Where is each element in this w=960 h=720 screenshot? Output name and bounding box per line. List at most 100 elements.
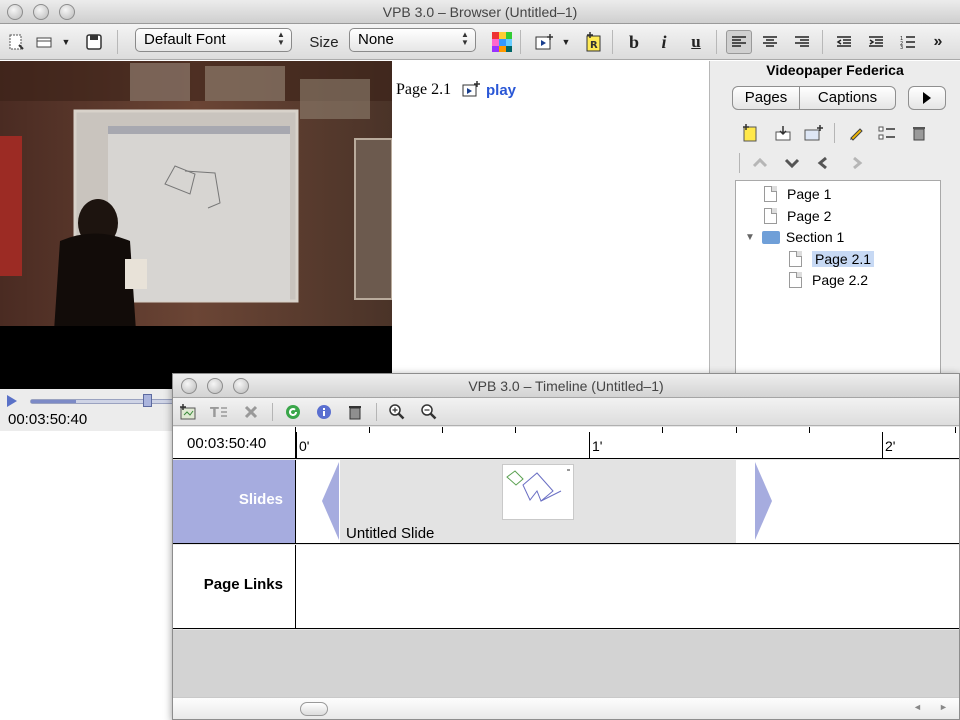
more-tools-button[interactable]: » [928, 30, 948, 54]
outdent-icon[interactable] [833, 30, 855, 54]
page-icon [764, 208, 777, 224]
color-palette-icon[interactable] [490, 30, 514, 54]
play-link[interactable]: play [486, 82, 516, 99]
page-tree[interactable]: Page 1 Page 2 ▼ Section 1 Page 2.1 Page … [735, 180, 941, 380]
indent-page-icon[interactable] [845, 152, 867, 174]
move-up-icon[interactable] [749, 152, 771, 174]
remove-icon[interactable] [240, 402, 262, 422]
align-left-icon[interactable] [726, 30, 752, 54]
slides-track[interactable]: Untitled Slide [296, 460, 959, 544]
ruler-minor-tick [736, 427, 737, 433]
import-page-icon[interactable] [772, 122, 794, 144]
page-icon [789, 272, 802, 288]
page-icon [789, 251, 802, 267]
font-select[interactable]: Default Font ▲ ▼ [135, 28, 292, 52]
underline-button[interactable]: u [686, 30, 706, 54]
timeline-toolbar-separator [376, 403, 377, 421]
timeline-window-title: VPB 3.0 – Timeline (Untitled–1) [468, 378, 664, 394]
video-scrubber-thumb[interactable] [143, 394, 152, 407]
edit-pencil-icon[interactable] [845, 122, 867, 144]
delete-trash-icon[interactable] [344, 402, 366, 422]
scrollbar-thumb[interactable] [300, 702, 328, 716]
panel-toolbar-separator [834, 123, 835, 143]
window-title: VPB 3.0 – Browser (Untitled–1) [382, 4, 578, 20]
browser-toolbar: ▼ Default Font ▲ ▼ Size None ▲ ▼ ▼ R b i u [0, 24, 960, 60]
italic-button[interactable]: i [654, 30, 674, 54]
scroll-left-arrow-icon[interactable]: ◄ [913, 702, 937, 716]
open-dropdown-arrow-icon[interactable]: ▼ [60, 30, 72, 54]
clip-start-handle-icon[interactable] [322, 462, 339, 540]
tree-item-label: Page 2.1 [812, 251, 875, 267]
tab-captions[interactable]: Captions [799, 86, 896, 110]
outdent-page-icon[interactable] [813, 152, 835, 174]
timeline-ruler[interactable]: 00:03:50:40 0' 1' 2' [173, 427, 959, 459]
updown-icon: ▲ ▼ [461, 30, 469, 47]
info-icon[interactable] [313, 402, 335, 422]
slide-clip-label: Untitled Slide [346, 525, 435, 542]
tree-item-label: Page 2 [787, 208, 832, 224]
page-icon [764, 186, 777, 202]
open-icon[interactable] [34, 30, 56, 54]
sync-refresh-icon[interactable] [282, 402, 304, 422]
video-player[interactable] [0, 61, 392, 389]
toolbar-separator [520, 30, 521, 54]
zoom-out-icon[interactable] [418, 402, 440, 422]
tree-item-page-2-1[interactable]: Page 2.1 [789, 249, 875, 269]
add-caption-icon[interactable]: T [208, 402, 230, 422]
size-select[interactable]: None ▲ ▼ [349, 28, 476, 52]
size-select-value: None [358, 31, 394, 48]
properties-list-icon[interactable] [876, 122, 898, 144]
video-timecode: 00:03:50:40 [8, 411, 88, 428]
video-frame [0, 61, 392, 389]
play-icon[interactable] [6, 394, 18, 408]
timeline-window: VPB 3.0 – Timeline (Untitled–1) T 00:03:… [172, 373, 960, 720]
bold-button[interactable]: b [624, 30, 644, 54]
tab-pages[interactable]: Pages [732, 86, 800, 110]
insert-dropdown-arrow-icon[interactable]: ▼ [560, 30, 572, 54]
ruler-major-tick [589, 432, 590, 458]
align-center-icon[interactable] [759, 30, 781, 54]
folder-icon [761, 230, 780, 244]
zoom-in-icon[interactable] [386, 402, 408, 422]
video-scrubber-fill [31, 400, 76, 403]
page-title: Page 2.1 [396, 81, 452, 98]
page-links-track[interactable] [296, 545, 959, 629]
new-page-icon[interactable] [6, 30, 26, 54]
ruler-label-1: 1' [592, 438, 603, 454]
tree-item-label: Page 2.2 [812, 272, 869, 288]
tree-item-page-2-2[interactable]: Page 2.2 [789, 270, 868, 290]
ruler-minor-tick [662, 427, 663, 433]
insert-video-link-icon[interactable] [532, 30, 556, 54]
video-link-icon[interactable] [462, 80, 482, 98]
font-select-value: Default Font [144, 31, 226, 48]
timeline-horizontal-scrollbar[interactable]: ◄ ► [173, 697, 959, 719]
insert-reference-icon[interactable]: R [582, 30, 604, 54]
tree-item-page-2[interactable]: Page 2 [764, 206, 831, 226]
save-icon[interactable] [84, 30, 104, 54]
toolbar-separator [822, 30, 823, 54]
toolbar-separator [117, 30, 118, 54]
move-down-icon[interactable] [781, 152, 803, 174]
ruler-major-tick [296, 432, 297, 458]
more-tabs-button[interactable] [908, 86, 946, 110]
ruler-label-2: 2' [885, 438, 896, 454]
disclosure-triangle-icon[interactable]: ▼ [745, 232, 755, 243]
indent-icon[interactable] [865, 30, 887, 54]
new-page-icon[interactable] [739, 122, 761, 144]
tree-item-section-1[interactable]: ▼ Section 1 [745, 227, 844, 247]
scroll-right-arrow-icon[interactable]: ► [939, 702, 957, 716]
ruler-major-tick [882, 432, 883, 458]
clip-end-handle-icon[interactable] [755, 462, 772, 540]
videopaper-title: Videopaper Federica [766, 62, 904, 78]
add-slide-icon[interactable] [177, 402, 199, 422]
tree-item-label: Page 1 [787, 186, 832, 202]
numbered-list-icon[interactable]: 123 [897, 30, 919, 54]
svg-text:3: 3 [900, 45, 903, 49]
align-right-icon[interactable] [791, 30, 813, 54]
svg-text:T: T [210, 406, 219, 419]
delete-trash-icon[interactable] [908, 122, 930, 144]
new-section-icon[interactable] [803, 122, 825, 144]
tree-item-page-1[interactable]: Page 1 [764, 184, 831, 204]
panel-toolbar-separator [739, 153, 740, 173]
slide-clip[interactable]: Untitled Slide [322, 460, 772, 543]
